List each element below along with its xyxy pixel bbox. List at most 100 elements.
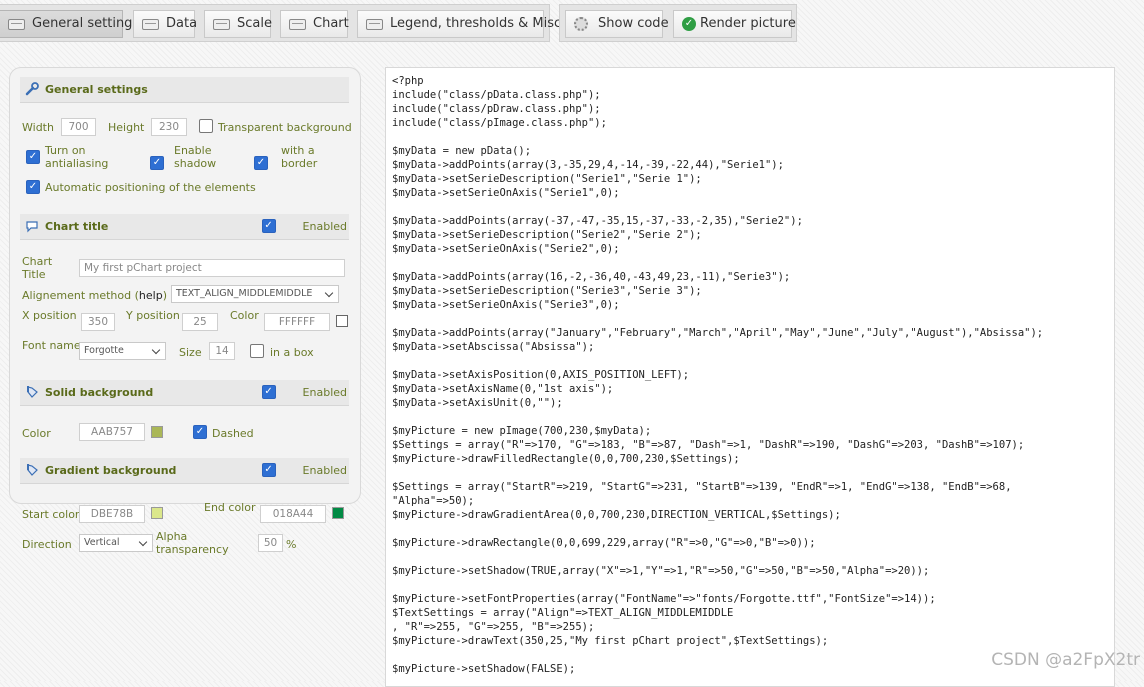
transparent-background-checkbox[interactable] (199, 119, 213, 133)
code-line: "Alpha"=>50); (392, 495, 475, 507)
gear-icon (574, 17, 588, 31)
tab-data[interactable]: Data (133, 10, 198, 38)
font-name-select[interactable]: Forgotte (79, 342, 166, 360)
section-gradient-background: Gradient background ✓ Enabled (20, 458, 349, 484)
y-position-label: Y position (126, 309, 180, 322)
alpha-input[interactable]: 50 (258, 534, 283, 552)
render-picture-button[interactable]: ✓ Render picture (673, 10, 796, 38)
section-general-settings: General settings (20, 77, 349, 103)
code-line: $myData = new pData(); (392, 145, 532, 157)
tab-icon (213, 19, 230, 30)
code-line: $myData->setAxisPosition(0,AXIS_POSITION… (392, 369, 690, 381)
alpha-unit: % (286, 538, 297, 551)
font-size-input[interactable]: 14 (209, 342, 235, 360)
alignment-label-text: Alignement method ( (22, 289, 139, 302)
antialiasing-label: Turn on antialiasing (45, 144, 109, 170)
border-label: with a border (281, 144, 318, 170)
tab-chart[interactable]: Chart (280, 10, 349, 38)
solid-color-swatch[interactable] (151, 426, 163, 438)
x-position-input[interactable]: 350 (81, 313, 115, 331)
solid-color-input[interactable]: AAB757 (79, 423, 145, 441)
tab-label: Data (166, 16, 198, 31)
code-line: $myData->setAbscissa("Absissa"); (392, 341, 595, 353)
code-line: <?php (392, 75, 424, 87)
code-line: $myPicture->drawGradientArea(0,0,700,230… (392, 509, 841, 521)
wrench-icon (25, 82, 39, 96)
height-input[interactable]: 230 (151, 118, 187, 136)
alignment-select[interactable]: TEXT_ALIGN_MIDDLEMIDDLE (171, 285, 339, 303)
enabled-toggle[interactable]: ✓ Enabled (261, 463, 347, 477)
code-line: $myPicture = new pImage(700,230,$myData)… (392, 425, 652, 437)
shadow-checkbox[interactable]: ✓ (150, 156, 164, 170)
code-line: $TextSettings = array("Align"=>TEXT_ALIG… (392, 607, 734, 619)
x-position-label: X position (22, 309, 77, 322)
section-title: Solid background (45, 386, 154, 399)
title-color-swatch[interactable] (336, 315, 348, 327)
code-line: $myData->setAxisName(0,"1st axis"); (392, 383, 614, 395)
autopos-label: Automatic positioning of the elements (45, 181, 256, 194)
show-code-button[interactable]: Show code (565, 10, 669, 38)
code-line: , "R"=>255, "G"=>255, "B"=>255); (392, 621, 595, 633)
section-title: General settings (45, 83, 148, 96)
code-textarea[interactable]: <?php include("class/pData.class.php"); in… (385, 67, 1115, 687)
tab-label: Chart (313, 16, 349, 31)
height-label: Height (108, 121, 145, 134)
code-line: $myData->addPoints(array(16,-2,-36,40,-4… (392, 271, 791, 283)
solid-color-label: Color (22, 427, 51, 440)
code-line: $myData->setAxisUnit(0,""); (392, 397, 563, 409)
enabled-label: Enabled (302, 386, 347, 399)
dashed-checkbox[interactable]: ✓ (193, 425, 207, 439)
enabled-checkbox[interactable]: ✓ (261, 385, 276, 399)
width-label: Width (22, 121, 54, 134)
paint-bucket-icon (27, 386, 38, 398)
enabled-toggle[interactable]: ✓ Enabled (261, 385, 347, 399)
shadow-label: Enable shadow (174, 144, 217, 170)
section-chart-title: Chart title ✓ Enabled (20, 214, 349, 240)
chart-title-input[interactable]: My first pChart project (79, 259, 345, 277)
tab-label: Legend, thresholds & Misc (390, 16, 562, 31)
title-color-input[interactable]: FFFFFF (264, 313, 330, 331)
antialiasing-checkbox[interactable]: ✓ (26, 150, 40, 164)
dashed-label: Dashed (212, 427, 254, 440)
code-line: include("class/pData.class.php"); (392, 89, 601, 101)
tab-label: Scale (237, 16, 272, 31)
direction-select[interactable]: Vertical (79, 534, 153, 552)
alpha-label: Alpha transparency (156, 530, 229, 556)
tab-scale[interactable]: Scale (204, 10, 272, 38)
code-line: $myPicture->drawFilledRectangle(0,0,700,… (392, 453, 740, 465)
autopos-checkbox[interactable]: ✓ (26, 180, 40, 194)
start-color-swatch[interactable] (151, 507, 163, 519)
code-line: $myData->setSerieDescription("Serie3","S… (392, 285, 702, 297)
in-a-box-checkbox[interactable] (250, 344, 264, 358)
start-color-input[interactable]: DBE78B (79, 505, 145, 523)
watermark: CSDN @a2FpX2tr (991, 650, 1140, 670)
width-input[interactable]: 700 (61, 118, 96, 136)
end-color-input[interactable]: 018A44 (260, 505, 326, 523)
checkmark-icon: ✓ (682, 17, 696, 31)
border-checkbox[interactable]: ✓ (254, 156, 268, 170)
tab-label: General settings (32, 16, 140, 31)
tab-general-settings[interactable]: General settings (0, 10, 139, 38)
help-link[interactable]: help (139, 289, 163, 302)
enabled-toggle[interactable]: ✓ Enabled (261, 219, 347, 233)
y-position-input[interactable]: 25 (182, 313, 218, 331)
code-line: $Settings = array("StartR"=>219, "StartG… (392, 481, 1012, 493)
render-picture-label: Render picture (700, 16, 796, 31)
code-line: $myData->setSerieDescription("Serie2","S… (392, 229, 702, 241)
tab-legend-thresholds-misc[interactable]: Legend, thresholds & Misc (357, 10, 561, 38)
transparent-background-label: Transparent background (218, 121, 352, 134)
show-code-label: Show code (598, 16, 669, 31)
end-color-swatch[interactable] (332, 507, 344, 519)
code-line: include("class/pDraw.class.php"); (392, 103, 601, 115)
end-color-label: End color (204, 501, 256, 514)
enabled-checkbox[interactable]: ✓ (261, 463, 276, 477)
code-line: $myData->setSerieDescription("Serie1","S… (392, 173, 702, 185)
in-a-box-label: in a box (270, 346, 314, 359)
enabled-checkbox[interactable]: ✓ (261, 219, 276, 233)
